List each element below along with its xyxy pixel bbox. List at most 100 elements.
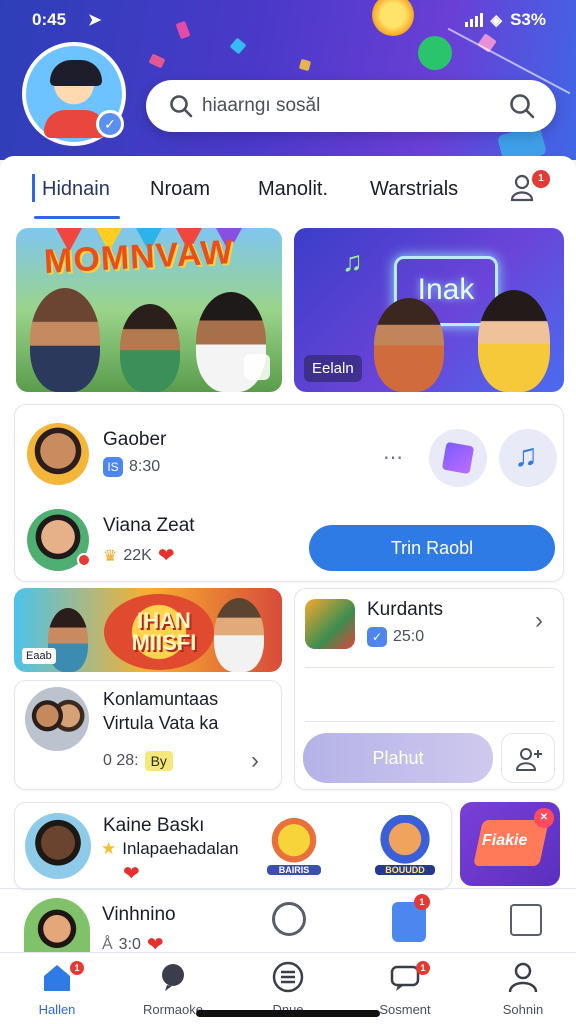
contact-name: Gaober: [103, 429, 167, 450]
nav-sosment[interactable]: 1 Sosment: [360, 961, 450, 1017]
contact-action-button[interactable]: Trin Raobl: [309, 525, 555, 571]
person-figure: [214, 598, 264, 672]
music-note-icon: ♫: [342, 246, 363, 277]
wifi-icon: ◈: [490, 12, 503, 29]
divider: [305, 721, 555, 722]
chat-icon: [162, 964, 184, 991]
banner-tag: Eelaln: [304, 355, 362, 382]
gift-icon: [441, 441, 475, 475]
sticker[interactable]: BAIRIS: [267, 817, 321, 875]
kurdants-name: Kurdants: [367, 599, 444, 620]
profile-icon: [508, 962, 538, 993]
nav-home[interactable]: 1 Hallen: [12, 961, 102, 1017]
search-input[interactable]: hiaarngı sosăl: [202, 95, 320, 117]
nav-sohnin-label: Sohnin: [502, 1002, 544, 1017]
tab-caret: [32, 174, 35, 202]
kaina-name: Kaine Baskı: [103, 815, 205, 836]
bookmark-icon[interactable]: 1: [392, 894, 430, 942]
kaina-card[interactable]: Kaine Baskı ★ Inlapaehadalan ❤ BAIRIS BO…: [14, 802, 452, 890]
event-banner-right[interactable]: Inak ♫ Eelaln: [294, 228, 564, 392]
status-bar: 0:45 ➤ ◈ S3%: [32, 10, 546, 32]
menu-icon: [272, 961, 304, 993]
kurdants-meta: ✓ 25:0: [367, 627, 424, 647]
main-content: Hidnain Nroam Manolit. Warstrials 1 MOMN…: [0, 156, 576, 956]
contact-meta: ♛ 22K ❤: [103, 543, 175, 568]
person-figure: [30, 288, 100, 392]
contact-meta: IS 8:30: [103, 457, 160, 477]
gift-button[interactable]: [429, 429, 487, 487]
promo-title: IHAN MIISFI: [131, 608, 197, 655]
confetti: [148, 53, 166, 69]
divider: [305, 667, 555, 668]
nav-sohnin[interactable]: Sohnin: [478, 961, 568, 1017]
star-icon: ★: [101, 839, 117, 858]
sticker[interactable]: BOUUDD: [375, 815, 435, 875]
event-banner-left[interactable]: MOMNVAW: [16, 228, 282, 392]
divider: [0, 888, 576, 889]
promo-small-label: Fiakie: [482, 832, 528, 849]
vinhnino-name: Vinhnino: [102, 904, 176, 925]
close-icon[interactable]: ✕: [534, 808, 554, 828]
nav-sosment-badge: 1: [416, 961, 430, 975]
tab-bar: Hidnain Nroam Manolit. Warstrials 1: [0, 156, 576, 222]
promo-small[interactable]: Fiakie ✕: [460, 802, 560, 886]
chevron-right-icon[interactable]: ›: [251, 747, 259, 775]
contacts-card: Gaober IS 8:30 ⋯ ♫ Viana Zeat ♛ 22K ❤ Tr…: [14, 404, 564, 582]
kaina-meta: ★ Inlapaehadalan: [101, 839, 239, 859]
crown-icon: ♛: [103, 547, 118, 565]
location-icon: ➤: [88, 12, 102, 29]
home-icon: [44, 965, 70, 991]
kurdants-card: Kurdants ✓ 25:0 › Plahut: [294, 588, 564, 790]
nav-home-badge: 1: [70, 961, 84, 975]
sticker-label: BAIRIS: [267, 865, 321, 875]
music-button[interactable]: ♫: [499, 429, 557, 487]
verified-badge-icon: ✓: [96, 110, 124, 138]
friends-button[interactable]: 1: [508, 170, 550, 208]
search-submit-icon[interactable]: [508, 92, 536, 120]
nav-rormaoke[interactable]: Rormaoke: [128, 961, 218, 1017]
tab-warstrials[interactable]: Warstrials: [370, 178, 458, 201]
contact-time: 8:30: [129, 458, 161, 475]
timer-icon[interactable]: [272, 902, 306, 936]
person-figure: [120, 304, 180, 392]
home-indicator: [196, 1010, 380, 1017]
kaina-avatar: [25, 813, 91, 879]
check-icon: ✓: [367, 627, 387, 647]
friends-badge: 1: [532, 170, 550, 188]
camera-icon[interactable]: [244, 354, 270, 380]
contact-name: Viana Zeat: [103, 515, 195, 536]
group-card[interactable]: Konlamuntaas Virtula Vata ka 0 28: By ›: [14, 680, 282, 790]
add-friend-icon: [515, 748, 542, 771]
arrow-decoration: [410, 28, 460, 78]
sticker-label: BOUUDD: [375, 865, 435, 875]
search-icon: [170, 95, 193, 118]
search-bar[interactable]: hiaarngı sosăl: [146, 80, 556, 132]
online-indicator: [77, 553, 91, 567]
vinhnino-avatar[interactable]: [24, 898, 90, 954]
vinhnino-time: 3:0: [118, 935, 141, 953]
nav-home-label: Hallen: [38, 1002, 76, 1017]
person-icon: Å: [102, 935, 113, 953]
promo-banner[interactable]: IHAN MIISFI Eaab: [14, 588, 282, 672]
battery-text: S3%: [510, 10, 546, 29]
chevron-right-icon[interactable]: ›: [535, 607, 543, 635]
signal-icon: [464, 13, 483, 27]
contact-count: 22K: [123, 546, 152, 564]
header: 0:45 ➤ ◈ S3% ✓ hiaarngı sosăl: [0, 0, 576, 160]
confetti: [229, 37, 247, 55]
confetti: [298, 58, 312, 72]
tab-active-indicator: [34, 216, 120, 219]
tab-manolit[interactable]: Manolit.: [258, 178, 328, 201]
contact-chip: IS: [103, 457, 123, 477]
plahut-button[interactable]: Plahut: [303, 733, 493, 783]
add-friend-button[interactable]: [501, 733, 555, 783]
contact-avatar[interactable]: [27, 423, 89, 485]
person-figure: [478, 290, 550, 392]
tab-nroam[interactable]: Nroam: [150, 178, 210, 201]
promo-tag: Eaab: [22, 648, 56, 664]
edit-icon[interactable]: [510, 904, 542, 936]
more-dots-icon[interactable]: ⋯: [383, 445, 404, 470]
tab-hidnain[interactable]: Hidnain: [42, 178, 110, 201]
group-time: 0 28:: [103, 752, 139, 769]
nav-dnue[interactable]: Dnue: [243, 961, 333, 1017]
